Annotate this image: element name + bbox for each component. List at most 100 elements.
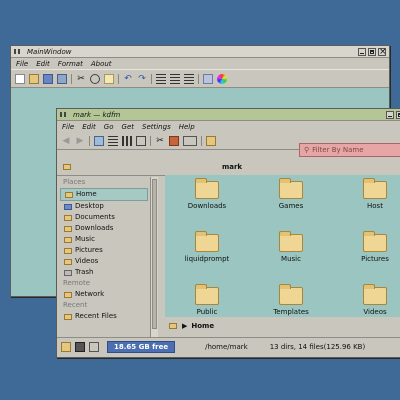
folder-item[interactable]: Templates: [261, 284, 321, 316]
sidebar-item-downloads[interactable]: Downloads: [60, 223, 150, 234]
folder-icon: [64, 313, 72, 320]
menu-file[interactable]: File: [16, 60, 28, 68]
copy-icon[interactable]: [90, 73, 100, 84]
folder-icon: [195, 284, 219, 305]
menu-about[interactable]: About: [91, 60, 112, 68]
sidebar-heading-remote: Remote: [63, 279, 91, 287]
folder-label: Templates: [273, 308, 309, 316]
sidebar-item-label: Network: [75, 290, 105, 298]
terminal-icon[interactable]: [75, 342, 85, 352]
forward-icon[interactable]: ▶: [75, 136, 85, 146]
sidebar-item-trash[interactable]: Trash: [60, 267, 150, 278]
filter-placeholder: Filter By Name: [312, 146, 364, 154]
print-icon[interactable]: [57, 73, 67, 84]
folder-toggle-icon[interactable]: [61, 342, 71, 352]
maximize-button[interactable]: [368, 47, 376, 56]
folder-item[interactable]: Pictures: [345, 231, 400, 263]
sidebar-item-home[interactable]: Home: [60, 188, 148, 201]
main-window-titlebar[interactable]: MainWindow: [11, 46, 389, 58]
location-title: mark: [221, 163, 243, 171]
minimize-button[interactable]: [358, 47, 366, 56]
breadcrumb-arrow-icon[interactable]: ▶: [182, 322, 187, 330]
fm-menubar: File Edit Go Get Settings Help: [57, 121, 400, 132]
sidebar-item-network[interactable]: Network: [60, 289, 150, 300]
home-icon[interactable]: [169, 135, 179, 146]
fm-titlebar[interactable]: mark — kdfm: [57, 109, 400, 121]
sidebar-item-pictures[interactable]: Pictures: [60, 245, 150, 256]
tools-icon[interactable]: ✂: [155, 136, 165, 146]
menu-edit[interactable]: Edit: [36, 60, 50, 68]
open-folder-icon[interactable]: [206, 135, 216, 146]
new-document-icon[interactable]: [15, 73, 25, 84]
undo-icon[interactable]: ↶: [123, 74, 133, 84]
open-folder-icon[interactable]: [29, 73, 39, 84]
justify-icon[interactable]: [184, 73, 194, 84]
sidebar-item-label: Music: [75, 235, 95, 243]
sidebar-item-videos[interactable]: Videos: [60, 256, 150, 267]
folder-item[interactable]: Downloads: [177, 178, 237, 210]
sort-icon[interactable]: [183, 135, 197, 146]
sidebar-item-label: Trash: [75, 268, 94, 276]
breadcrumb-home[interactable]: Home: [191, 322, 214, 330]
menu-go[interactable]: Go: [104, 123, 114, 131]
folder-icon: [363, 178, 387, 199]
folder-icon: [279, 231, 303, 252]
sidebar-scrollbar-thumb[interactable]: [152, 179, 157, 329]
window-menu-icon[interactable]: [60, 111, 67, 118]
folder-item[interactable]: Host: [345, 178, 400, 210]
sidebar-item-desktop[interactable]: Desktop: [60, 201, 150, 212]
align-center-icon[interactable]: [170, 73, 180, 84]
menu-help[interactable]: Help: [179, 123, 195, 131]
window-menu-icon[interactable]: [14, 48, 21, 55]
folder-label: Videos: [363, 308, 387, 316]
sidebar-item-label: Pictures: [75, 246, 103, 254]
align-left-icon[interactable]: [156, 73, 166, 84]
folder-item[interactable]: Music: [261, 231, 321, 263]
menu-get[interactable]: Get: [122, 123, 134, 131]
desktop-icon: [64, 203, 72, 210]
icon-view-icon[interactable]: [94, 135, 104, 146]
breadcrumb: ▶ Home: [165, 319, 400, 333]
columns-view-icon[interactable]: [122, 135, 132, 146]
list-view-icon[interactable]: [108, 135, 118, 146]
folder-item[interactable]: Games: [261, 178, 321, 210]
sidebar-item-label: Desktop: [75, 202, 104, 210]
folder-icon: [279, 178, 303, 199]
color-picker-icon[interactable]: [217, 73, 227, 84]
preview-icon[interactable]: [136, 135, 146, 146]
home-icon: [65, 191, 73, 198]
font-icon[interactable]: [203, 73, 213, 84]
redo-icon[interactable]: ↷: [137, 74, 147, 84]
maximize-button[interactable]: [396, 110, 400, 119]
cut-icon[interactable]: ✂: [76, 74, 86, 84]
sidebar-item-music[interactable]: Music: [60, 234, 150, 245]
close-button[interactable]: [378, 46, 386, 58]
home-icon: [169, 323, 177, 329]
menu-format[interactable]: Format: [58, 60, 83, 68]
save-icon[interactable]: [43, 73, 53, 84]
back-icon[interactable]: ◀: [61, 136, 71, 146]
menu-settings[interactable]: Settings: [142, 123, 171, 131]
menu-file[interactable]: File: [62, 123, 74, 131]
free-space-badge: 18.65 GB free: [107, 341, 176, 353]
folder-item[interactable]: liquidprompt: [177, 231, 237, 263]
dir-summary: 13 dirs, 14 files(125.96 KB): [269, 343, 366, 351]
folder-item[interactable]: Public: [177, 284, 237, 316]
filter-input[interactable]: ⚲ Filter By Name: [299, 143, 400, 157]
folder-icon: [195, 178, 219, 199]
sidebar-item-label: Home: [76, 190, 97, 198]
hidden-files-icon[interactable]: [89, 342, 99, 352]
main-menubar: File Edit Format About: [11, 58, 389, 69]
filter-icon: ⚲: [304, 146, 310, 154]
folder-label: Music: [281, 255, 301, 263]
folder-icon: [363, 284, 387, 305]
sidebar-item-recent-files[interactable]: Recent Files: [60, 311, 150, 322]
paste-icon[interactable]: [104, 73, 114, 84]
menu-edit[interactable]: Edit: [82, 123, 96, 131]
sidebar-scrollbar[interactable]: [150, 177, 158, 340]
minimize-button[interactable]: [386, 110, 394, 119]
file-grid: Downloads Games Host liquidprompt Music …: [165, 175, 400, 317]
sidebar-item-documents[interactable]: Documents: [60, 212, 150, 223]
folder-item[interactable]: Videos: [345, 284, 400, 316]
folder-label: Games: [278, 202, 304, 210]
